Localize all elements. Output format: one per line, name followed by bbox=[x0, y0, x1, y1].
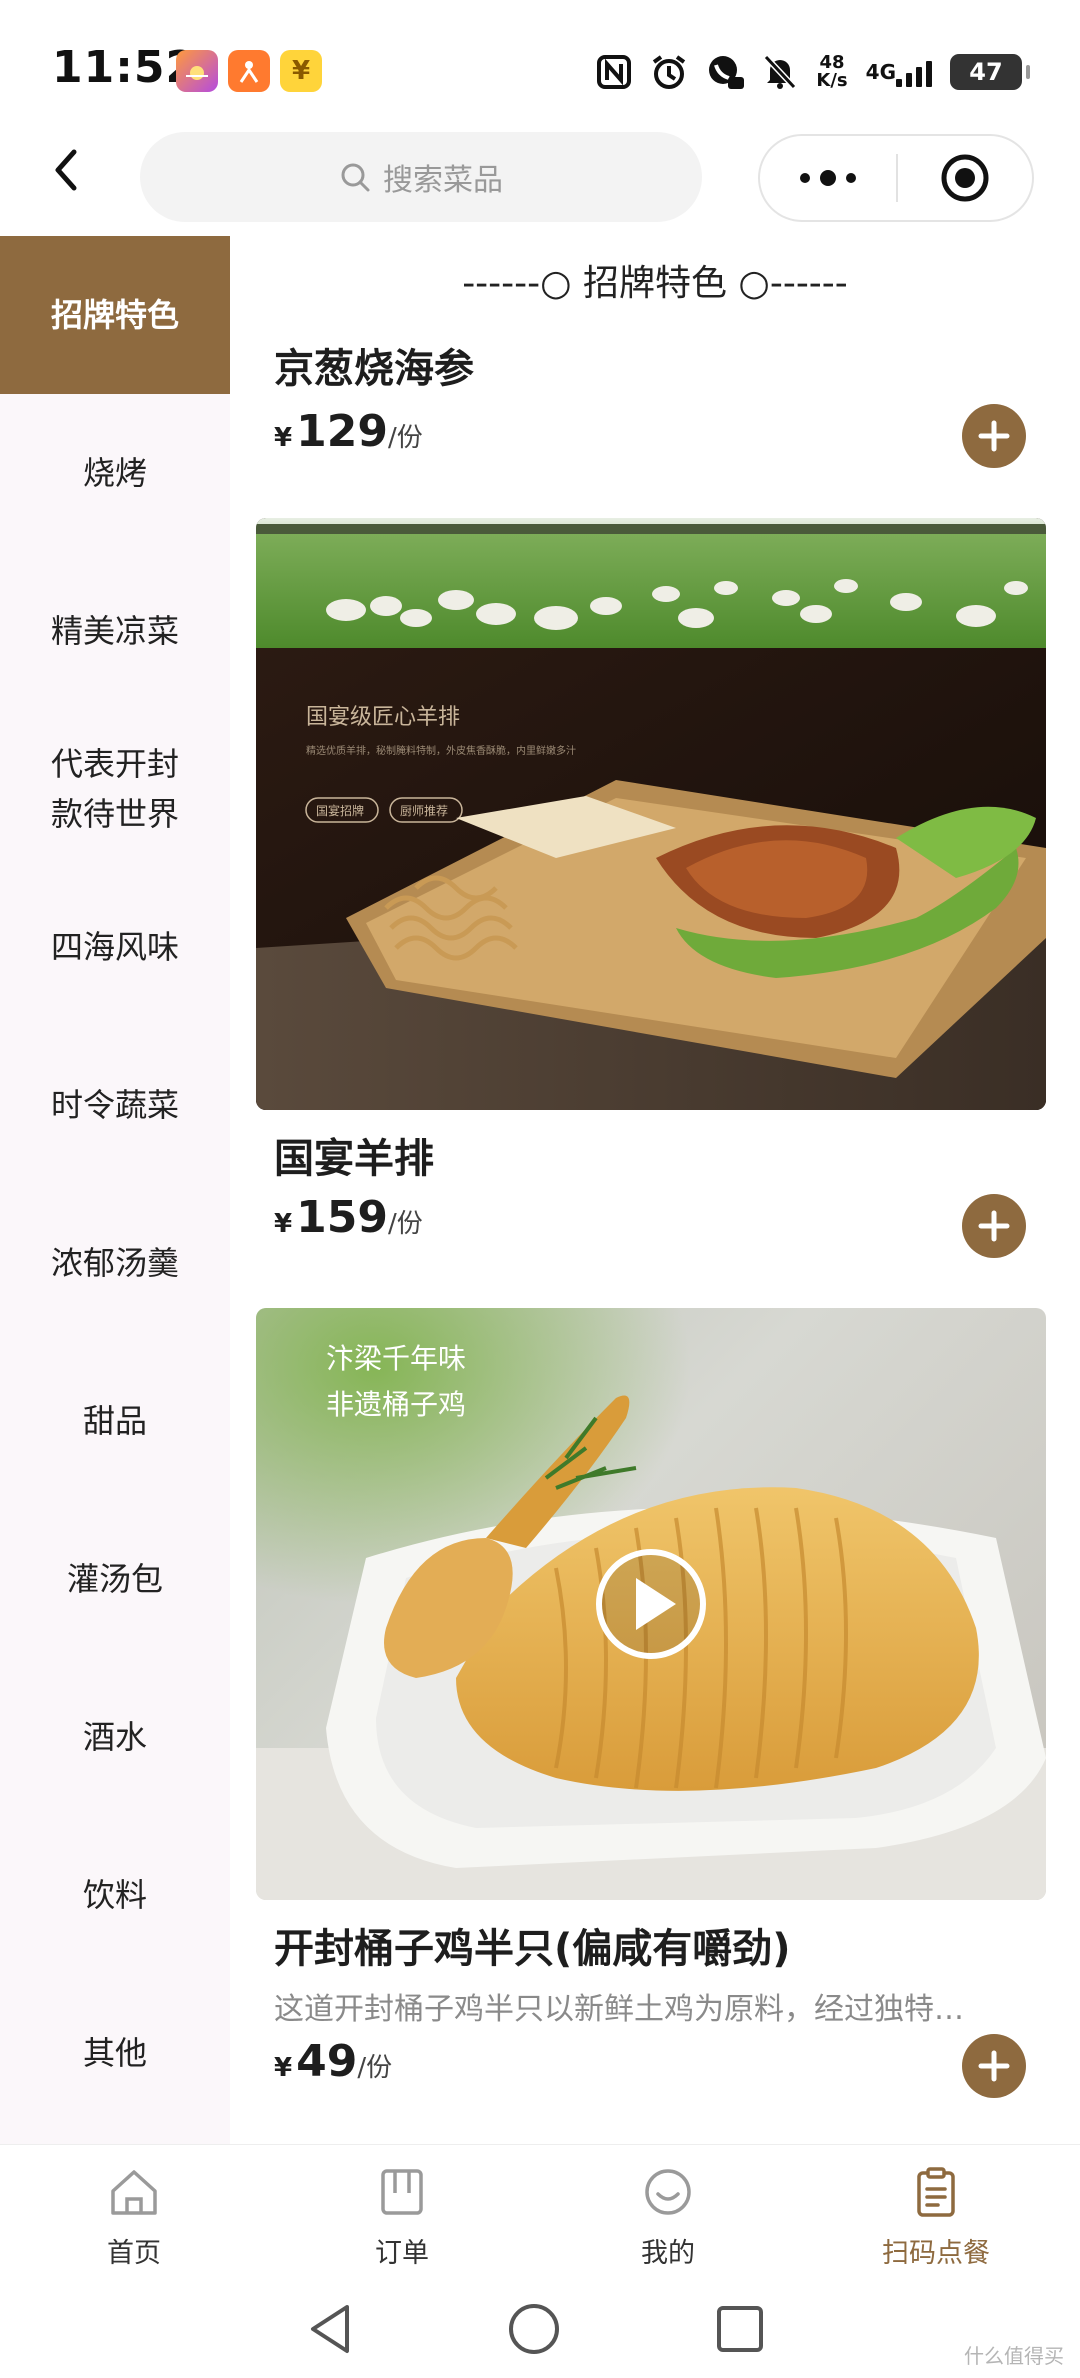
price-amount: 129 bbox=[296, 406, 388, 457]
bucket-chicken-photo: 汴梁千年味 非遗桶子鸡 bbox=[256, 1308, 1046, 1900]
price-unit: /份 bbox=[387, 1209, 423, 1239]
tab-home[interactable]: 首页 bbox=[44, 2163, 224, 2273]
sidebar-item-seasonal-veg[interactable]: 时令蔬菜 bbox=[0, 1026, 230, 1184]
add-to-cart-button[interactable] bbox=[962, 2034, 1026, 2098]
dish-name[interactable]: 国宴羊排 bbox=[274, 1126, 434, 1184]
tab-mine[interactable]: 我的 bbox=[578, 2163, 758, 2273]
dot bbox=[800, 173, 810, 183]
plus-icon bbox=[978, 1210, 1010, 1242]
alarm-icon bbox=[650, 53, 688, 91]
sidebar-item-other[interactable]: 其他 bbox=[0, 1974, 230, 2132]
price-unit: /份 bbox=[357, 2053, 393, 2083]
sidebar-item-bbq[interactable]: 烧烤 bbox=[0, 394, 230, 552]
chevron-left-icon bbox=[55, 149, 77, 191]
close-miniprogram-button[interactable] bbox=[898, 136, 1032, 220]
sidebar-item-alcohol[interactable]: 酒水 bbox=[0, 1658, 230, 1816]
home-icon bbox=[111, 2170, 157, 2215]
orders-icon bbox=[381, 2169, 423, 2215]
currency-symbol: ¥ bbox=[274, 423, 293, 453]
dish-name[interactable]: 开封桶子鸡半只(偏咸有嚼劲) bbox=[274, 1916, 791, 1974]
search-icon bbox=[341, 163, 370, 192]
status-bar: 11:52 ¥ 48 K/s 4G 47 bbox=[0, 0, 1080, 130]
watermark: 什么值得买 bbox=[964, 2344, 1064, 2368]
hd-call-icon bbox=[706, 53, 745, 91]
image-badge-2: 厨师推荐 bbox=[400, 804, 448, 818]
dish-image[interactable]: 汴梁千年味 非遗桶子鸡 bbox=[256, 1308, 1046, 1900]
play-video-icon[interactable] bbox=[596, 1549, 706, 1659]
system-back-button[interactable] bbox=[290, 2294, 370, 2364]
bottom-tab-bar: 首页 订单 我的 扫码点餐 bbox=[0, 2144, 1080, 2284]
dish-price: ¥ 129 /份 bbox=[274, 406, 423, 457]
add-to-cart-button[interactable] bbox=[962, 1194, 1026, 1258]
dot bbox=[846, 173, 856, 183]
tab-scan-order[interactable]: 扫码点餐 bbox=[846, 2163, 1026, 2273]
system-navigation-bar bbox=[0, 2284, 1080, 2378]
sidebar-item-signature[interactable]: 招牌特色 bbox=[0, 236, 230, 394]
sidebar-item-soups[interactable]: 浓郁汤羹 bbox=[0, 1184, 230, 1342]
more-button[interactable] bbox=[760, 136, 896, 220]
target-icon bbox=[941, 154, 989, 202]
section-title: ------○ 招牌特色 ○------ bbox=[462, 263, 848, 304]
tab-label: 订单 bbox=[375, 2238, 429, 2269]
add-to-cart-button[interactable] bbox=[962, 404, 1026, 468]
price-amount: 49 bbox=[296, 2036, 358, 2087]
square-recents-icon bbox=[717, 2306, 763, 2352]
circle-home-icon bbox=[509, 2304, 559, 2354]
tab-label: 首页 bbox=[107, 2238, 161, 2269]
tab-label: 扫码点餐 bbox=[882, 2238, 990, 2269]
dot bbox=[820, 170, 836, 186]
dish-price: ¥ 49 /份 bbox=[274, 2036, 392, 2087]
yuan-app-icon: ¥ bbox=[280, 50, 322, 92]
plus-icon bbox=[978, 420, 1010, 452]
sidebar-item-soup-dumplings[interactable]: 灌汤包 bbox=[0, 1500, 230, 1658]
currency-symbol: ¥ bbox=[274, 1209, 293, 1239]
price-unit: /份 bbox=[387, 423, 423, 453]
plus-icon bbox=[978, 2050, 1010, 2082]
search-input[interactable]: 搜索菜品 bbox=[140, 132, 702, 222]
sidebar-item-desserts[interactable]: 甜品 bbox=[0, 1342, 230, 1500]
battery-icon: 47 bbox=[950, 54, 1030, 90]
system-home-button[interactable] bbox=[494, 2294, 574, 2364]
image-caption-1: 汴梁千年味 bbox=[326, 1342, 466, 1375]
net-speed: 48 K/s bbox=[816, 54, 847, 90]
miniprogram-capsule bbox=[758, 134, 1034, 222]
system-recents-button[interactable] bbox=[700, 2294, 780, 2364]
net-speed-unit: K/s bbox=[816, 70, 848, 91]
signal-icon bbox=[896, 57, 932, 87]
smile-icon bbox=[645, 2169, 691, 2215]
category-sidebar: 招牌特色 烧烤 精美凉菜 代表开封 款待世界 四海风味 时令蔬菜 浓郁汤羹 甜品… bbox=[0, 236, 230, 2144]
tab-orders[interactable]: 订单 bbox=[312, 2163, 492, 2273]
search-placeholder: 搜索菜品 bbox=[383, 163, 503, 198]
clipboard-icon bbox=[917, 2167, 955, 2217]
mute-icon bbox=[762, 53, 798, 91]
lamb-chop-photo: 国宴级匠心羊排 精选优质羊排，秘制腌料特制，外皮焦香酥脆，内里鲜嫩多汁 国宴招牌… bbox=[256, 518, 1046, 1110]
sidebar-item-kaifeng[interactable]: 代表开封 款待世界 bbox=[0, 710, 230, 868]
dish-list: ------○ 招牌特色 ○------ 京葱烧海参 ¥ 129 /份 国宴级匠… bbox=[230, 236, 1080, 2144]
triangle-back-icon bbox=[311, 2305, 349, 2353]
cellular: 4G bbox=[866, 57, 932, 87]
nfc-icon bbox=[596, 54, 632, 90]
image-caption: 国宴级匠心羊排 bbox=[306, 705, 460, 730]
network-type: 4G bbox=[865, 60, 896, 84]
tab-label: 我的 bbox=[641, 2238, 695, 2269]
image-caption-2: 非遗桶子鸡 bbox=[326, 1388, 466, 1421]
person-app-icon bbox=[228, 50, 270, 92]
image-subcaption: 精选优质羊排，秘制腌料特制，外皮焦香酥脆，内里鲜嫩多汁 bbox=[306, 744, 576, 757]
dish-image[interactable]: 国宴级匠心羊排 精选优质羊排，秘制腌料特制，外皮焦香酥脆，内里鲜嫩多汁 国宴招牌… bbox=[256, 518, 1046, 1110]
currency-symbol: ¥ bbox=[274, 2053, 293, 2083]
dish-description: 这道开封桶子鸡半只以新鲜土鸡为原料，经过独特… bbox=[274, 1992, 964, 2027]
price-amount: 159 bbox=[296, 1192, 388, 1243]
sidebar-item-cold-dishes[interactable]: 精美凉菜 bbox=[0, 552, 230, 710]
sunset-app-icon bbox=[176, 50, 218, 92]
dish-name[interactable]: 京葱烧海参 bbox=[274, 336, 474, 394]
dish-price: ¥ 159 /份 bbox=[274, 1192, 423, 1243]
sidebar-item-world-flavors[interactable]: 四海风味 bbox=[0, 868, 230, 1026]
image-badge-1: 国宴招牌 bbox=[316, 803, 364, 818]
status-icons: 48 K/s 4G 47 bbox=[596, 48, 1030, 96]
sidebar-item-drinks[interactable]: 饮料 bbox=[0, 1816, 230, 1974]
back-button[interactable] bbox=[30, 140, 100, 200]
